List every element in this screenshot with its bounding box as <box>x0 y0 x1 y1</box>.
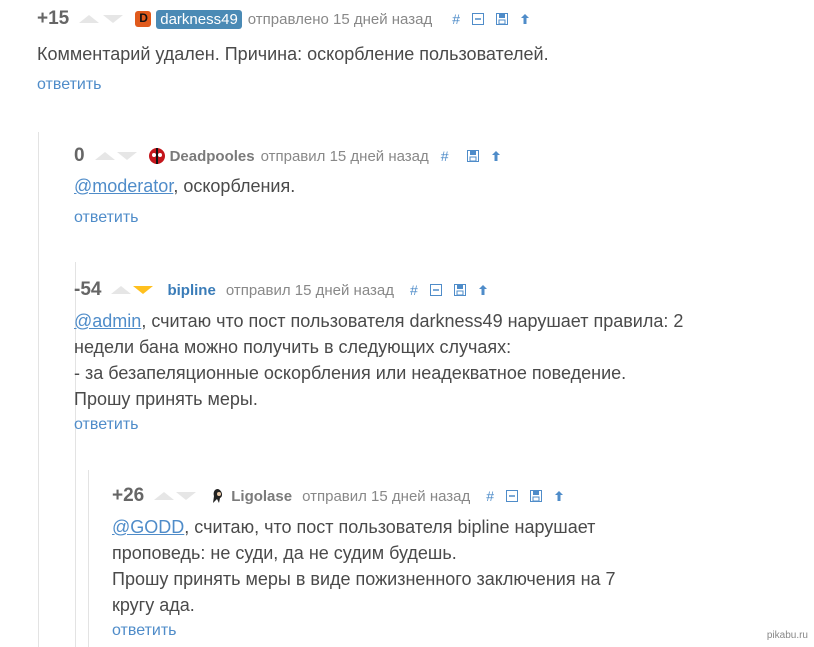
vote-up-icon[interactable] <box>79 15 100 23</box>
comment-header: +15 D darkness49 отправлено 15 дней наза… <box>37 8 530 30</box>
avatar[interactable] <box>148 148 165 164</box>
mention-link[interactable]: @moderator <box>74 176 173 196</box>
comment-rating: +26 <box>112 485 145 506</box>
thread-line <box>88 470 89 647</box>
comment-timestamp: отправил 15 дней назад <box>302 487 471 505</box>
username[interactable]: bipline <box>167 282 215 299</box>
comment-header: 0 Deadpooles отправил 15 дней назад # <box>74 145 501 167</box>
save-icon[interactable] <box>453 284 466 296</box>
vote-down-icon[interactable] <box>176 492 197 500</box>
comment-body: , считаю, что пост пользователя bipline … <box>184 517 596 537</box>
comment-line: проповедь: не суди, да не судим будешь. <box>112 543 457 563</box>
username[interactable]: darkness49 <box>156 9 242 29</box>
vote-up-icon[interactable] <box>154 492 175 500</box>
reply-link[interactable]: ответить <box>74 209 139 227</box>
vote-up-icon[interactable] <box>111 286 132 294</box>
reply-link[interactable]: ответить <box>37 76 102 94</box>
comment-timestamp: отправил 15 дней назад <box>260 147 429 165</box>
comment-text: @admin, считаю что пост пользователя dar… <box>74 308 683 412</box>
avatar[interactable]: D <box>135 11 152 27</box>
comment-line: недели бана можно получить в следующих с… <box>74 337 512 357</box>
comment-timestamp: отправил 15 дней назад <box>225 281 394 299</box>
comment-line: Прошу принять меры. <box>74 389 258 409</box>
collapse-icon[interactable] <box>472 13 485 25</box>
vote-down-icon[interactable] <box>116 152 137 160</box>
parent-arrow-icon[interactable] <box>554 490 564 502</box>
comment-line: кругу ада. <box>112 595 195 615</box>
comment-body: , считаю что пост пользователя darkness4… <box>141 311 684 331</box>
collapse-icon[interactable] <box>429 284 442 296</box>
parent-arrow-icon[interactable] <box>520 13 530 25</box>
comment-body: Комментарий удален. Причина: оскорбление… <box>37 44 549 64</box>
comment-rating: 0 <box>74 145 85 166</box>
hash-link[interactable]: # <box>452 11 460 27</box>
save-icon[interactable] <box>496 13 509 25</box>
comment-rating: +15 <box>37 8 70 29</box>
vote-up-icon[interactable] <box>94 152 115 160</box>
thread-line <box>38 132 39 647</box>
comment-text: Комментарий удален. Причина: оскорбление… <box>37 41 549 67</box>
comment-timestamp: отправлено 15 дней назад <box>247 10 433 28</box>
comment-line: - за безапеляционные оскорбления или неа… <box>74 363 627 383</box>
save-icon[interactable] <box>466 150 479 162</box>
hash-link[interactable]: # <box>410 282 418 298</box>
reply-link[interactable]: ответить <box>74 416 139 434</box>
comment-header: +26 Ligolase отправил 15 дней назад # <box>112 485 564 507</box>
vote-down-icon[interactable] <box>133 286 154 294</box>
comment-rating: -54 <box>74 279 102 300</box>
avatar[interactable] <box>210 488 227 504</box>
hash-link[interactable]: # <box>441 148 449 164</box>
comment-line: @admin, считаю что пост пользователя dar… <box>74 308 683 334</box>
comment-line: Прошу принять меры в виде пожизненного з… <box>112 569 616 589</box>
vote-down-icon[interactable] <box>103 15 124 23</box>
mention-link[interactable]: @GODD <box>112 517 184 537</box>
hash-link[interactable]: # <box>486 488 494 504</box>
comment-line: @GODD, считаю, что пост пользователя bip… <box>112 514 616 540</box>
username[interactable]: Deadpooles <box>170 148 255 165</box>
mention-link[interactable]: @admin <box>74 311 141 331</box>
collapse-icon[interactable] <box>506 490 519 502</box>
save-icon[interactable] <box>530 490 543 502</box>
parent-arrow-icon[interactable] <box>491 150 501 162</box>
comment-body: , оскорбления. <box>173 176 296 196</box>
parent-arrow-icon[interactable] <box>478 284 488 296</box>
comment-header: -54 bipline отправил 15 дней назад # <box>74 279 488 301</box>
comment-text: @moderator, оскорбления. <box>74 173 295 199</box>
reply-link[interactable]: ответить <box>112 622 177 640</box>
comment-text: @GODD, считаю, что пост пользователя bip… <box>112 514 616 618</box>
watermark: pikabu.ru <box>766 630 808 641</box>
username[interactable]: Ligolase <box>231 488 292 505</box>
